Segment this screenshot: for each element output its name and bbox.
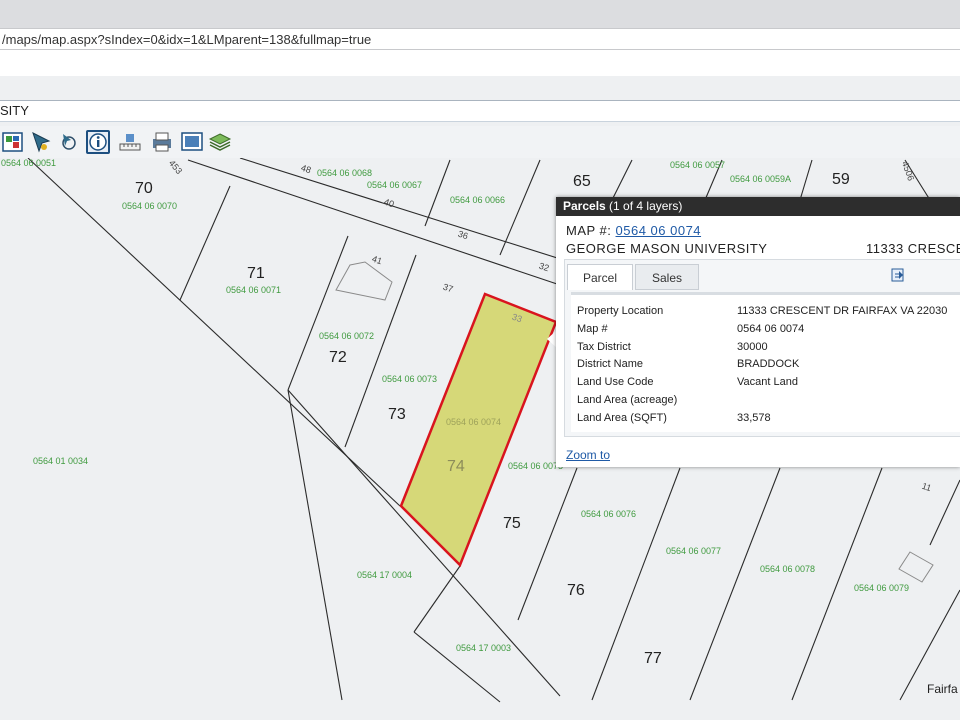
parcel-id: 0564 06 0057 bbox=[670, 160, 726, 170]
attr-label: District Name bbox=[577, 358, 644, 370]
map-number-label: MAP #: bbox=[566, 223, 612, 238]
popup-tabs-panel: Parcel Sales Property Location 11333 CRE… bbox=[564, 259, 960, 437]
identify-popup: Parcels (1 of 4 layers) MAP #: 0564 06 0… bbox=[556, 197, 960, 467]
lot-number: 71 bbox=[247, 265, 265, 282]
tab-sales[interactable]: Sales bbox=[635, 264, 699, 290]
lot-number: 75 bbox=[503, 515, 521, 532]
parcel-id: 0564 17 0004 bbox=[357, 570, 413, 580]
address-bar[interactable]: /maps/map.aspx?sIndex=0&idx=1&LMparent=1… bbox=[0, 28, 960, 50]
parcel-id: 0564 06 0071 bbox=[226, 285, 282, 295]
parcel-id: 0564 06 0073 bbox=[382, 374, 438, 384]
lot-number: 74 bbox=[447, 458, 465, 475]
parcel-id: 0564 06 0059A bbox=[730, 174, 792, 184]
owner-address: 11333 CRESCE bbox=[866, 241, 960, 256]
browser-chrome bbox=[0, 0, 960, 28]
map-extent-icon[interactable] bbox=[1, 130, 25, 154]
tab-parcel[interactable]: Parcel bbox=[567, 264, 633, 290]
parcel-id: 0564 06 0078 bbox=[760, 564, 816, 574]
lot-number: 59 bbox=[832, 171, 850, 188]
parcel-id: 0564 01 0034 bbox=[33, 456, 89, 466]
pan-arrow-icon[interactable] bbox=[57, 130, 81, 154]
popup-header: Parcels (1 of 4 layers) bbox=[556, 197, 960, 216]
attr-label: Land Area (acreage) bbox=[577, 394, 678, 406]
lot-number: 70 bbox=[135, 180, 153, 197]
lot-number: 76 bbox=[567, 582, 585, 599]
parcel-id: 0564 17 0003 bbox=[456, 643, 512, 653]
parcel-id: 0564 06 0079 bbox=[854, 583, 910, 593]
page-title: SITY bbox=[0, 100, 960, 122]
parcel-id: 0564 06 0070 bbox=[122, 201, 178, 211]
attr-value: BRADDOCK bbox=[737, 358, 800, 370]
parcel-id: 0564 06 0076 bbox=[581, 509, 637, 519]
lot-number: 72 bbox=[329, 349, 347, 366]
zoom-to-link[interactable]: Zoom to bbox=[566, 448, 610, 462]
owner-name: GEORGE MASON UNIVERSITY bbox=[566, 241, 768, 256]
map-number-line: MAP #: 0564 06 0074 bbox=[566, 223, 701, 238]
page-top-strip bbox=[0, 50, 960, 76]
popup-layer-title: Parcels bbox=[563, 199, 606, 213]
attr-value: 11333 CRESCENT DR FAIRFAX VA 22030 bbox=[737, 305, 948, 317]
page-gap bbox=[0, 76, 960, 100]
parcel-id: 0564 06 0068 bbox=[317, 168, 373, 178]
print-icon[interactable] bbox=[150, 130, 174, 154]
measure-icon[interactable] bbox=[118, 130, 142, 154]
lot-number: 77 bbox=[644, 650, 662, 667]
layers-icon[interactable] bbox=[208, 130, 232, 154]
attr-value: Vacant Land bbox=[737, 376, 798, 388]
parcel-attributes: Property Location 11333 CRESCENT DR FAIR… bbox=[571, 292, 960, 432]
attr-label: Property Location bbox=[577, 305, 664, 317]
parcel-id: 0564 06 0051 bbox=[1, 158, 57, 168]
map-corner-label: Fairfa bbox=[927, 682, 958, 696]
attr-label: Map # bbox=[577, 323, 608, 335]
parcel-id: 0564 06 0075 bbox=[508, 461, 564, 471]
attr-label: Land Use Code bbox=[577, 376, 654, 388]
fullscreen-icon[interactable] bbox=[180, 130, 204, 154]
map-toolbar bbox=[0, 126, 960, 158]
attr-value: 33,578 bbox=[737, 412, 771, 424]
selected-parcel-74 bbox=[399, 292, 558, 568]
parcel-id: 0564 06 0066 bbox=[450, 195, 506, 205]
attr-label: Land Area (SQFT) bbox=[577, 412, 667, 424]
identify-info-icon[interactable] bbox=[86, 130, 110, 154]
attr-value: 30000 bbox=[737, 341, 768, 353]
lot-number: 65 bbox=[573, 173, 591, 190]
attr-value: 0564 06 0074 bbox=[737, 323, 805, 335]
select-arrow-icon[interactable] bbox=[29, 130, 53, 154]
map-number-link[interactable]: 0564 06 0074 bbox=[616, 223, 702, 238]
print-icon[interactable] bbox=[891, 268, 905, 282]
popup-layer-count: (1 of 4 layers) bbox=[609, 199, 683, 213]
parcel-id: 0564 06 0077 bbox=[666, 546, 722, 556]
attr-label: Tax District bbox=[577, 341, 631, 353]
parcel-id: 0564 06 0072 bbox=[319, 331, 375, 341]
parcel-id: 0564 06 0074 bbox=[446, 417, 502, 427]
parcel-id: 0564 06 0067 bbox=[367, 180, 423, 190]
lot-number: 73 bbox=[388, 406, 406, 423]
